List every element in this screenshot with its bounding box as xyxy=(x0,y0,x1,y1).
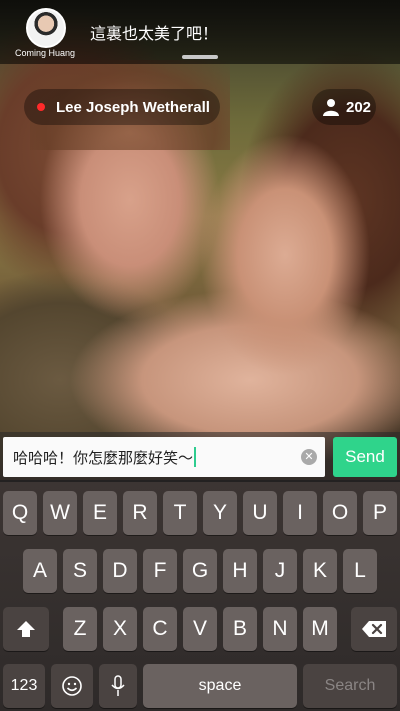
key-z[interactable]: Z xyxy=(63,607,97,651)
key-m[interactable]: M xyxy=(303,607,337,651)
shift-key[interactable] xyxy=(3,607,49,651)
backspace-icon xyxy=(362,621,386,637)
key-y[interactable]: Y xyxy=(203,491,237,535)
space-key[interactable]: space xyxy=(143,664,297,708)
person-icon xyxy=(323,99,339,116)
key-j[interactable]: J xyxy=(263,549,297,593)
dictation-key[interactable] xyxy=(99,664,137,708)
commenter-avatar[interactable] xyxy=(26,8,66,48)
key-x[interactable]: X xyxy=(103,607,137,651)
key-g[interactable]: G xyxy=(183,549,217,593)
key-w[interactable]: W xyxy=(43,491,77,535)
key-s[interactable]: S xyxy=(63,549,97,593)
key-k[interactable]: K xyxy=(303,549,337,593)
commenter-name: Coming Huang xyxy=(14,48,76,58)
live-indicator-icon xyxy=(37,103,45,111)
key-e[interactable]: E xyxy=(83,491,117,535)
key-f[interactable]: F xyxy=(143,549,177,593)
send-button[interactable]: Send xyxy=(333,437,397,477)
key-p[interactable]: P xyxy=(363,491,397,535)
key-v[interactable]: V xyxy=(183,607,217,651)
drag-handle[interactable] xyxy=(182,55,218,59)
chat-input-text: 哈哈哈！你怎麼那麼好笑～ xyxy=(13,449,194,467)
key-d[interactable]: D xyxy=(103,549,137,593)
search-key[interactable]: Search xyxy=(303,664,397,708)
key-b[interactable]: B xyxy=(223,607,257,651)
live-video-background xyxy=(0,0,400,480)
text-caret xyxy=(194,447,197,467)
viewer-count: 202 xyxy=(346,98,372,116)
key-n[interactable]: N xyxy=(263,607,297,651)
key-q[interactable]: Q xyxy=(3,491,37,535)
shift-arrow-icon xyxy=(17,621,35,637)
key-a[interactable]: A xyxy=(23,549,57,593)
host-name: Lee Joseph Wetherall xyxy=(56,98,210,116)
key-h[interactable]: H xyxy=(223,549,257,593)
key-u[interactable]: U xyxy=(243,491,277,535)
key-c[interactable]: C xyxy=(143,607,177,651)
numbers-key[interactable]: 123 xyxy=(3,664,45,708)
host-badge[interactable]: Lee Joseph Wetherall xyxy=(24,89,220,125)
key-i[interactable]: I xyxy=(283,491,317,535)
emoji-key[interactable] xyxy=(51,664,93,708)
clear-input-icon[interactable]: ✕ xyxy=(301,449,317,465)
backspace-key[interactable] xyxy=(351,607,397,651)
key-o[interactable]: O xyxy=(323,491,357,535)
latest-comment: 這裏也太美了吧！ xyxy=(90,26,219,43)
key-t[interactable]: T xyxy=(163,491,197,535)
emoji-icon xyxy=(62,676,82,696)
chat-input[interactable]: 哈哈哈！你怎麼那麼好笑～ xyxy=(3,437,325,477)
key-l[interactable]: L xyxy=(343,549,377,593)
viewer-badge[interactable]: 202 xyxy=(312,89,376,125)
keyboard: Q W E R T Y U I O P A S D F G H J K L Z … xyxy=(0,482,400,711)
key-r[interactable]: R xyxy=(123,491,157,535)
microphone-icon xyxy=(111,675,125,696)
